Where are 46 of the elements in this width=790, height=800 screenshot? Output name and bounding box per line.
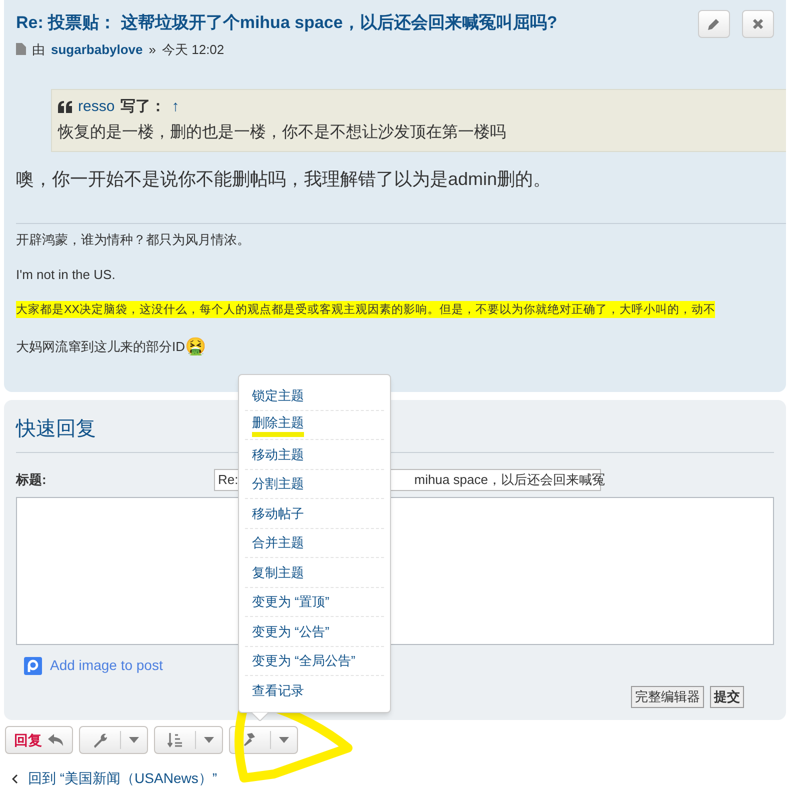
caret-icon	[279, 737, 289, 743]
menu-item[interactable]: 复制主题	[252, 562, 304, 582]
caret-icon	[204, 737, 214, 743]
menu-item[interactable]: 删除主题	[252, 412, 304, 437]
signature-line: 大妈网流窜到这儿来的部分ID	[16, 338, 185, 356]
document-icon	[16, 43, 26, 56]
edit-button[interactable]	[698, 10, 730, 38]
chevron-left-icon	[12, 774, 18, 784]
subject-label: 标题:	[16, 471, 48, 490]
back-link[interactable]: 回到 “美国新闻（USANews）”	[28, 768, 218, 789]
quote-author[interactable]: resso	[78, 96, 115, 118]
caret-icon	[129, 737, 139, 743]
post-title[interactable]: Re: 投票贴： 这帮垃圾开了个mihua space，以后还会回来喊冤叫屈吗?	[16, 10, 558, 36]
quote-icon	[58, 101, 72, 114]
sort-icon	[167, 732, 183, 748]
full-editor-button[interactable]: 完整编辑器	[631, 686, 704, 708]
quote-jump-link[interactable]: ↑	[172, 96, 180, 118]
emoji: 🤮	[185, 336, 206, 358]
close-button[interactable]	[742, 10, 774, 38]
menu-item[interactable]: 移动帖子	[252, 504, 304, 523]
sort-dropdown-button[interactable]	[154, 726, 223, 754]
reply-button[interactable]: 回复	[5, 726, 73, 754]
post-time: 今天 12:02	[162, 40, 224, 58]
author-link[interactable]: sugarbabylove	[51, 40, 143, 59]
signature-line: I'm not in the US.	[16, 266, 116, 284]
signature-line: 开辟鸿蒙，谁为情种？都只为风月情浓。	[16, 230, 250, 248]
menu-item[interactable]: 分割主题	[252, 474, 304, 494]
image-host-logo-icon	[24, 656, 42, 674]
menu-item[interactable]: 变更为 “公告”	[252, 622, 330, 641]
menu-item[interactable]: 锁定主题	[252, 386, 304, 405]
menu-item[interactable]: 查看记录	[252, 681, 304, 700]
menu-item[interactable]: 变更为 “置顶”	[252, 592, 330, 612]
reply-arrow-icon	[48, 734, 64, 746]
menu-item[interactable]: 变更为 “全局公告”	[252, 651, 356, 670]
quote-text: 恢复的是一楼，删的也是一楼，你不是不想让沙发顶在第一楼吗	[58, 122, 507, 142]
wrench-icon	[92, 732, 108, 748]
post-body: 噢，你一开始不是说你不能删帖吗，我理解错了以为是admin删的。	[16, 168, 552, 190]
close-icon	[752, 18, 764, 30]
gavel-icon	[242, 732, 258, 748]
quote-wrote: 写了：	[120, 97, 166, 117]
pencil-icon	[707, 17, 721, 31]
menu-item[interactable]: 合并主题	[252, 533, 304, 552]
by-label: 由	[32, 40, 45, 58]
tools-dropdown-button[interactable]	[79, 726, 148, 754]
separator: »	[148, 40, 156, 58]
submit-button[interactable]: 提交	[710, 686, 744, 708]
